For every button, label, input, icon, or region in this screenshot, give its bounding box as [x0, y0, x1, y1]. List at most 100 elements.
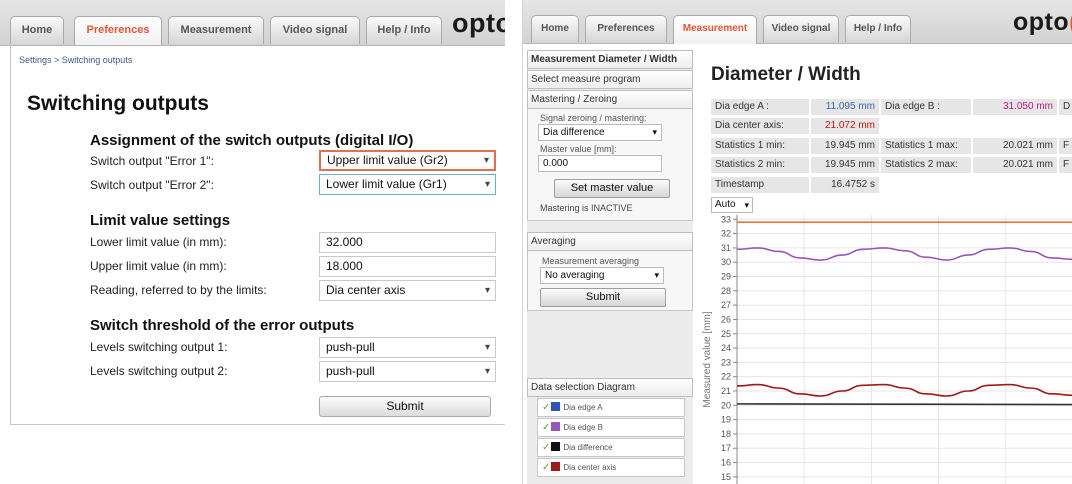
- y-tick-label: 30: [721, 257, 731, 267]
- master-value-label: Master value [mm]:: [540, 144, 617, 154]
- tab-measurement[interactable]: Measurement: [168, 16, 264, 44]
- nav-bar: Home Preferences Measurement Video signa…: [523, 0, 1072, 44]
- lower-limit-input[interactable]: 32.000: [319, 232, 496, 253]
- edge-a-value: 11.095 mm: [811, 99, 879, 115]
- stat2-min-label: Statistics 2 min:: [711, 157, 809, 173]
- submit-button[interactable]: Submit: [319, 396, 491, 417]
- tab-home[interactable]: Home: [10, 16, 64, 44]
- y-tick-label: 19: [721, 415, 731, 425]
- color-swatch: [551, 422, 561, 431]
- upper-limit-label: Upper limit value (in mm):: [90, 259, 227, 273]
- stat1-trailing: F: [1059, 138, 1072, 154]
- y-tick-label: 28: [721, 286, 731, 296]
- error2-label: Switch output "Error 2":: [90, 178, 214, 192]
- color-swatch: [551, 462, 561, 471]
- master-value-input[interactable]: 0.000: [538, 155, 662, 172]
- tab-video-signal[interactable]: Video signal: [270, 16, 360, 44]
- page-title: Switching outputs: [27, 92, 209, 115]
- mastering-panel: Signal zeroing / mastering: Dia differen…: [527, 109, 693, 221]
- y-tick-label: 17: [721, 443, 731, 453]
- preferences-window: Home Preferences Measurement Video signa…: [0, 0, 505, 425]
- sidebar-item-mastering[interactable]: Mastering / Zeroing: [527, 90, 693, 109]
- measurement-main: Diameter / Width Dia edge A : 11.095 mm …: [701, 50, 1072, 484]
- signal-zeroing-label: Signal zeroing / mastering:: [540, 113, 647, 123]
- series-line-1: [736, 247, 1072, 261]
- legend-label: Dia edge B: [563, 423, 603, 432]
- stat1-max-label: Statistics 1 max:: [881, 138, 971, 154]
- tab-help-info[interactable]: Help / Info: [845, 15, 911, 42]
- page-title: Diameter / Width: [711, 64, 861, 85]
- legend-item-dia-center-axis[interactable]: ✓ Dia center axis: [537, 458, 685, 477]
- level1-select[interactable]: push-pull: [319, 337, 496, 358]
- edge-b-value: 31.050 mm: [973, 99, 1057, 115]
- tab-home[interactable]: Home: [531, 15, 579, 42]
- averaging-submit-button[interactable]: Submit: [540, 288, 666, 307]
- stat2-max-value: 20.021 mm: [973, 157, 1057, 173]
- error1-select[interactable]: Upper limit value (Gr2): [319, 150, 496, 171]
- edge-b-label: Dia edge B :: [881, 99, 971, 115]
- settings-content: Settings > Switching outputs Switching o…: [10, 46, 505, 425]
- reading-select[interactable]: Dia center axis: [319, 280, 496, 301]
- sidebar-item-averaging[interactable]: Averaging: [527, 232, 693, 251]
- y-tick-label: 24: [721, 343, 731, 353]
- series-line-3: [736, 403, 1072, 406]
- y-tick-label: 29: [721, 272, 731, 282]
- level2-select[interactable]: push-pull: [319, 361, 496, 382]
- averaging-panel: Measurement averaging No averaging Submi…: [527, 251, 693, 311]
- stat1-min-value: 19.945 mm: [811, 138, 879, 154]
- y-axis-label: Measured value [mm]: [702, 311, 713, 407]
- nav-bar: Home Preferences Measurement Video signa…: [0, 0, 505, 46]
- upper-limit-input[interactable]: 18.000: [319, 256, 496, 277]
- timestamp-value: 16.4752 s: [811, 177, 879, 193]
- y-tick-label: 20: [721, 400, 731, 410]
- edge-b-trailing: D: [1059, 99, 1072, 115]
- threshold-heading: Switch threshold of the error outputs: [90, 317, 355, 334]
- legend-item-dia-edge-b[interactable]: ✓ Dia edge B: [537, 418, 685, 437]
- y-tick-label: 15: [721, 472, 731, 482]
- auto-scale-select[interactable]: Auto: [711, 197, 753, 213]
- brand-logo: opto(: [1013, 8, 1072, 37]
- mastering-status: Mastering is INACTIVE: [540, 203, 633, 213]
- lower-limit-label: Lower limit value (in mm):: [90, 235, 227, 249]
- tab-help-info[interactable]: Help / Info: [366, 16, 442, 44]
- y-tick-label: 23: [721, 357, 731, 367]
- check-icon: ✓: [542, 402, 551, 413]
- y-tick-label: 31: [721, 243, 731, 253]
- legend-item-dia-difference[interactable]: ✓ Dia difference: [537, 438, 685, 457]
- error1-label: Switch output "Error 1":: [90, 154, 214, 168]
- assignment-heading: Assignment of the switch outputs (digita…: [90, 132, 414, 149]
- breadcrumb[interactable]: Settings > Switching outputs: [19, 55, 132, 65]
- y-tick-label: 18: [721, 429, 731, 439]
- y-tick-label: 27: [721, 300, 731, 310]
- signal-zeroing-select[interactable]: Dia difference: [538, 124, 662, 141]
- legend-label: Dia center axis: [563, 463, 617, 472]
- sidebar: Measurement Diameter / Width Select meas…: [527, 50, 693, 484]
- stat1-min-label: Statistics 1 min:: [711, 138, 809, 154]
- center-axis-label: Dia center axis:: [711, 118, 809, 134]
- chart-container: 15 16 17 18 19 20 21 22 23 24 25 26 27 28 29 30 31 32 33 Me…: [701, 214, 1072, 484]
- set-master-button[interactable]: Set master value: [554, 179, 670, 198]
- level2-label: Levels switching output 2:: [90, 364, 228, 378]
- y-tick-label: 32: [721, 229, 731, 239]
- level1-label: Levels switching output 1:: [90, 340, 228, 354]
- averaging-select[interactable]: No averaging: [540, 267, 664, 284]
- y-tick-label: 26: [721, 314, 731, 324]
- y-tick-label: 21: [721, 386, 731, 396]
- brand-text: opto: [1013, 8, 1070, 36]
- series-line-2: [736, 383, 1072, 397]
- averaging-label: Measurement averaging: [542, 256, 640, 266]
- reading-label: Reading, referred to by the limits:: [90, 283, 267, 297]
- tab-video-signal[interactable]: Video signal: [763, 15, 839, 42]
- check-icon: ✓: [542, 462, 551, 473]
- tab-preferences[interactable]: Preferences: [74, 16, 162, 45]
- tab-measurement[interactable]: Measurement: [673, 15, 757, 44]
- limits-heading: Limit value settings: [90, 212, 231, 229]
- stat2-min-value: 19.945 mm: [811, 157, 879, 173]
- sidebar-item-measure-program[interactable]: Select measure program: [527, 70, 693, 89]
- legend-item-dia-edge-a[interactable]: ✓ Dia edge A: [537, 398, 685, 417]
- brand-logo: opto: [452, 8, 505, 38]
- error2-select[interactable]: Lower limit value (Gr1): [319, 174, 496, 195]
- sidebar-item-data-selection[interactable]: Data selection Diagram: [527, 378, 693, 397]
- tab-preferences[interactable]: Preferences: [585, 15, 667, 42]
- sidebar-item-diameter-width[interactable]: Measurement Diameter / Width: [527, 50, 693, 69]
